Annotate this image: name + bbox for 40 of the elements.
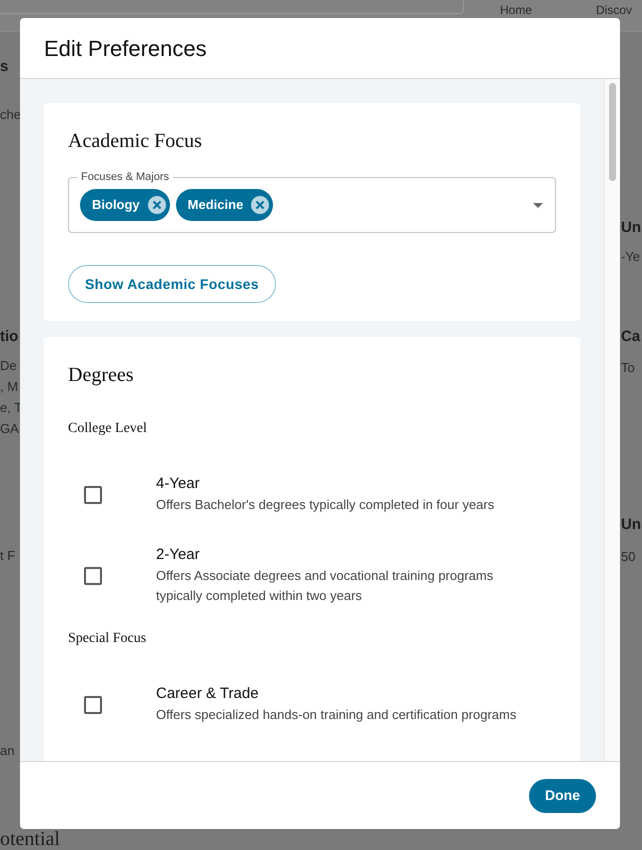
option-description: Offers Associate degrees and vocational training programs typically completed within two years [156,567,494,605]
option-label: 2-Year [156,545,201,565]
option-description: Offers specialized hands-on training and certification programs [156,706,518,724]
chip[interactable]: Biology [80,189,170,221]
text-fragment: t F [0,547,16,565]
scrollbar-thumb[interactable] [609,83,616,181]
group-title: Special Focus [68,630,148,648]
option-label: Career & Trade [156,684,260,704]
group-title: College Level [68,420,148,438]
section-title: Degrees [68,363,135,387]
option-description: Offers Bachelor's degrees typically completed in four years [156,496,496,514]
nav-link[interactable]: Home [500,3,532,17]
close-icon[interactable] [148,196,166,214]
heading-fragment: Ca [621,328,640,346]
chip[interactable]: Medicine [176,189,274,221]
text-fragment: To [621,359,635,377]
text-fragment: , M [0,378,18,396]
dialog-title: Edit Preferences [44,34,207,62]
heading-fragment: s [0,58,8,76]
text-fragment: che [0,106,21,124]
close-icon[interactable] [251,196,270,214]
done-button[interactable]: Done [529,778,596,812]
checkbox[interactable] [84,486,102,504]
text-fragment: 50 [621,548,636,566]
field-label: Focuses & Majors [77,170,174,184]
dropdown-caret-icon[interactable] [533,202,543,208]
text-fragment: De [0,357,17,375]
option-label: 4-Year [156,474,201,494]
heading-fragment: tio [0,328,18,346]
nav-link[interactable]: Discov [596,3,632,17]
heading-fragment: otential [0,829,60,850]
checkbox[interactable] [84,566,102,584]
heading-fragment: Un [621,516,641,534]
text-fragment: -Ye [621,248,640,266]
heading-fragment: Un [621,219,641,237]
text-fragment: an [0,742,14,760]
text-fragment: GA [0,420,19,438]
section-title: Academic Focus [68,129,203,153]
show-focuses-button[interactable]: Show Academic Focuses [68,265,276,303]
checkbox[interactable] [84,696,102,714]
